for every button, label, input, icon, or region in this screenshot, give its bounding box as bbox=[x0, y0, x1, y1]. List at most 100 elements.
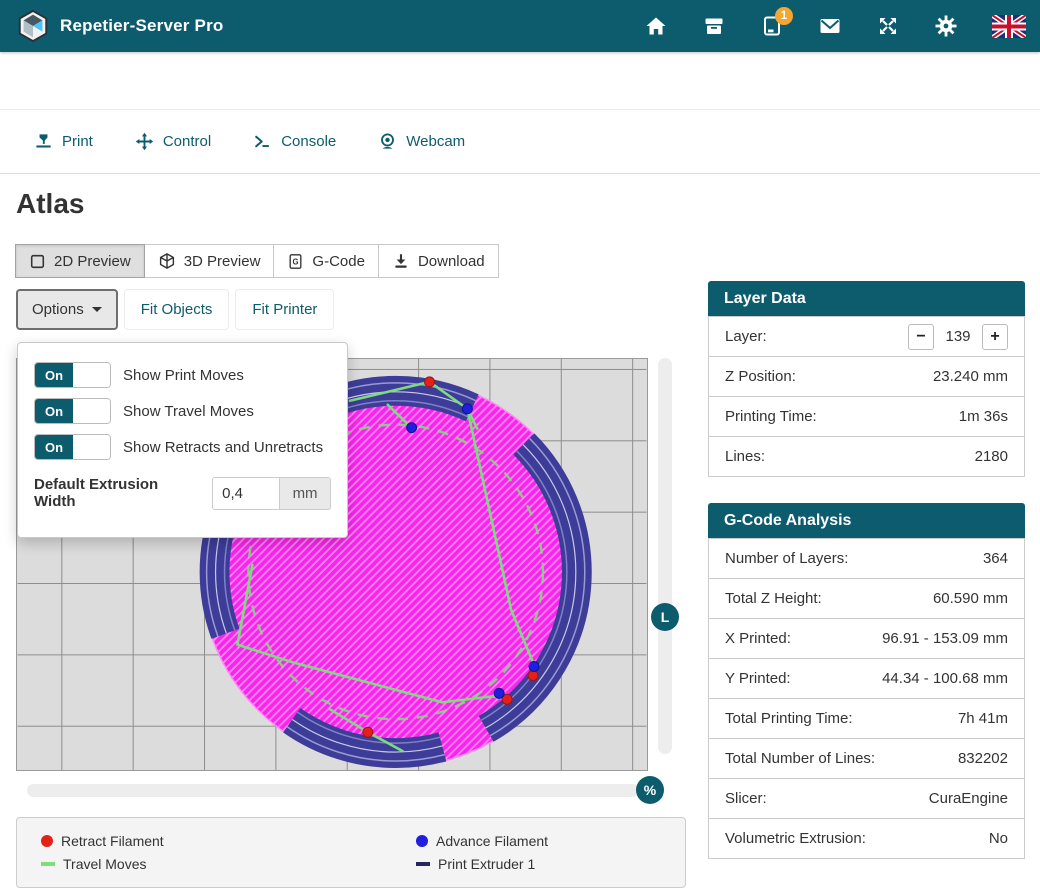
toggle-row-retracts: On Show Retracts and Unretracts bbox=[34, 434, 331, 460]
legend-label: Travel Moves bbox=[63, 856, 147, 872]
tab-print[interactable]: Print bbox=[34, 132, 93, 151]
tab-3d-preview[interactable]: 3D Preview bbox=[144, 244, 275, 278]
zoom-slider-track[interactable] bbox=[27, 784, 639, 797]
legend-travel: Travel Moves bbox=[41, 855, 416, 874]
fit-printer-button[interactable]: Fit Printer bbox=[235, 289, 334, 330]
caret-down-icon bbox=[92, 307, 102, 312]
settings-gear-icon[interactable] bbox=[934, 14, 958, 38]
row-label: Z Position: bbox=[725, 368, 796, 385]
tab-control[interactable]: Control bbox=[135, 132, 211, 151]
options-panel: On Show Print Moves On Show Travel Moves… bbox=[17, 342, 348, 538]
row-value: 1m 36s bbox=[959, 408, 1008, 425]
layer-data-panel: Layer Data Layer: − 139 + Z Position: 23… bbox=[708, 281, 1025, 477]
row-label: Total Z Height: bbox=[725, 590, 822, 607]
toggle-state: On bbox=[35, 363, 73, 387]
printer-header bbox=[0, 52, 1040, 110]
legend-extruder: Print Extruder 1 bbox=[416, 855, 661, 874]
row-label: Lines: bbox=[725, 448, 765, 465]
extrusion-width-unit: mm bbox=[280, 477, 331, 510]
row-label: Layer: bbox=[725, 328, 767, 345]
fit-printer-label: Fit Printer bbox=[252, 301, 317, 318]
row-label: Total Number of Lines: bbox=[725, 750, 875, 767]
toggle-label: Show Retracts and Unretracts bbox=[123, 439, 323, 456]
cube-3d-icon bbox=[158, 252, 176, 270]
layer-slider-track[interactable] bbox=[658, 358, 672, 754]
layer-data-title: Layer Data bbox=[708, 281, 1025, 317]
tab-label: Control bbox=[163, 133, 211, 150]
fit-objects-button[interactable]: Fit Objects bbox=[124, 289, 230, 330]
row-value: 44.34 - 100.68 mm bbox=[882, 670, 1008, 687]
square-2d-icon bbox=[29, 253, 46, 270]
row-value: 96.91 - 153.09 mm bbox=[882, 630, 1008, 647]
preview-tab-label: 3D Preview bbox=[184, 253, 261, 270]
row-value: 23.240 mm bbox=[933, 368, 1008, 385]
table-row: Z Position: 23.240 mm bbox=[708, 356, 1025, 397]
toggle-label: Show Print Moves bbox=[123, 367, 244, 384]
table-row: Total Number of Lines: 832202 bbox=[708, 738, 1025, 779]
table-row: Slicer: CuraEngine bbox=[708, 778, 1025, 819]
advance-dot-icon bbox=[416, 835, 428, 847]
console-tab-icon bbox=[253, 132, 272, 151]
options-label: Options bbox=[32, 301, 84, 318]
gcode-analysis-panel: G-Code Analysis Number of Layers: 364 To… bbox=[708, 503, 1025, 859]
fullscreen-icon[interactable] bbox=[876, 14, 900, 38]
table-row: Volumetric Extrusion: No bbox=[708, 818, 1025, 859]
print-queue-icon[interactable]: 1 bbox=[760, 14, 784, 38]
page: Repetier-Server Pro 1 bbox=[0, 0, 1040, 895]
control-tab-icon bbox=[135, 132, 154, 151]
main-tabs: Print Control Console Webcam bbox=[34, 132, 465, 151]
row-value: No bbox=[989, 830, 1008, 847]
layer-slider-handle[interactable]: L bbox=[651, 603, 679, 631]
options-dropdown-button[interactable]: Options bbox=[16, 289, 118, 330]
zoom-slider-handle[interactable]: % bbox=[636, 776, 664, 804]
legend-retract: Retract Filament bbox=[41, 832, 416, 851]
extruder-line-icon bbox=[416, 862, 430, 866]
row-label: Number of Layers: bbox=[725, 550, 848, 567]
row-value: 832202 bbox=[958, 750, 1008, 767]
row-label: X Printed: bbox=[725, 630, 791, 647]
row-value: CuraEngine bbox=[929, 790, 1008, 807]
show-travel-moves-toggle[interactable]: On bbox=[34, 398, 111, 424]
page-title: Atlas bbox=[16, 188, 84, 220]
layer-stepper: − 139 + bbox=[908, 324, 1008, 350]
tab-label: Console bbox=[281, 133, 336, 150]
table-row: Y Printed: 44.34 - 100.68 mm bbox=[708, 658, 1025, 699]
extrusion-width-row: Default Extrusion Width mm bbox=[34, 476, 331, 510]
tab-gcode[interactable]: G G-Code bbox=[273, 244, 379, 278]
language-flag-icon[interactable] bbox=[992, 14, 1026, 38]
download-button[interactable]: Download bbox=[378, 244, 499, 278]
table-row: Lines: 2180 bbox=[708, 436, 1025, 477]
retract-dot-icon bbox=[41, 835, 53, 847]
show-retracts-toggle[interactable]: On bbox=[34, 434, 111, 460]
layer-row: Layer: − 139 + bbox=[708, 316, 1025, 357]
legend-label: Retract Filament bbox=[61, 833, 164, 849]
layer-minus-button[interactable]: − bbox=[908, 324, 934, 350]
toggle-row-travel-moves: On Show Travel Moves bbox=[34, 398, 331, 424]
travel-line-icon bbox=[41, 862, 55, 866]
download-icon bbox=[392, 252, 410, 270]
gcode-analysis-title: G-Code Analysis bbox=[708, 503, 1025, 539]
preview-tab-label: Download bbox=[418, 253, 485, 270]
row-value: 364 bbox=[983, 550, 1008, 567]
legend-advance: Advance Filament bbox=[416, 832, 661, 851]
repetier-logo-icon[interactable] bbox=[16, 9, 50, 43]
extrusion-width-input[interactable] bbox=[212, 477, 280, 510]
toggle-state: On bbox=[35, 399, 73, 423]
svg-text:G: G bbox=[293, 257, 299, 266]
legend-label: Advance Filament bbox=[436, 833, 548, 849]
home-icon[interactable] bbox=[644, 14, 668, 38]
viewer-toolbar: Options Fit Objects Fit Printer bbox=[16, 289, 334, 330]
row-value: 7h 41m bbox=[958, 710, 1008, 727]
table-row: Number of Layers: 364 bbox=[708, 538, 1025, 579]
layer-plus-button[interactable]: + bbox=[982, 324, 1008, 350]
tab-2d-preview[interactable]: 2D Preview bbox=[15, 244, 145, 278]
tab-console[interactable]: Console bbox=[253, 132, 336, 151]
row-label: Volumetric Extrusion: bbox=[725, 830, 866, 847]
table-row: X Printed: 96.91 - 153.09 mm bbox=[708, 618, 1025, 659]
archive-icon[interactable] bbox=[702, 14, 726, 38]
messages-icon[interactable] bbox=[818, 14, 842, 38]
show-print-moves-toggle[interactable]: On bbox=[34, 362, 111, 388]
row-label: Total Printing Time: bbox=[725, 710, 853, 727]
tab-label: Webcam bbox=[406, 133, 465, 150]
tab-webcam[interactable]: Webcam bbox=[378, 132, 465, 151]
